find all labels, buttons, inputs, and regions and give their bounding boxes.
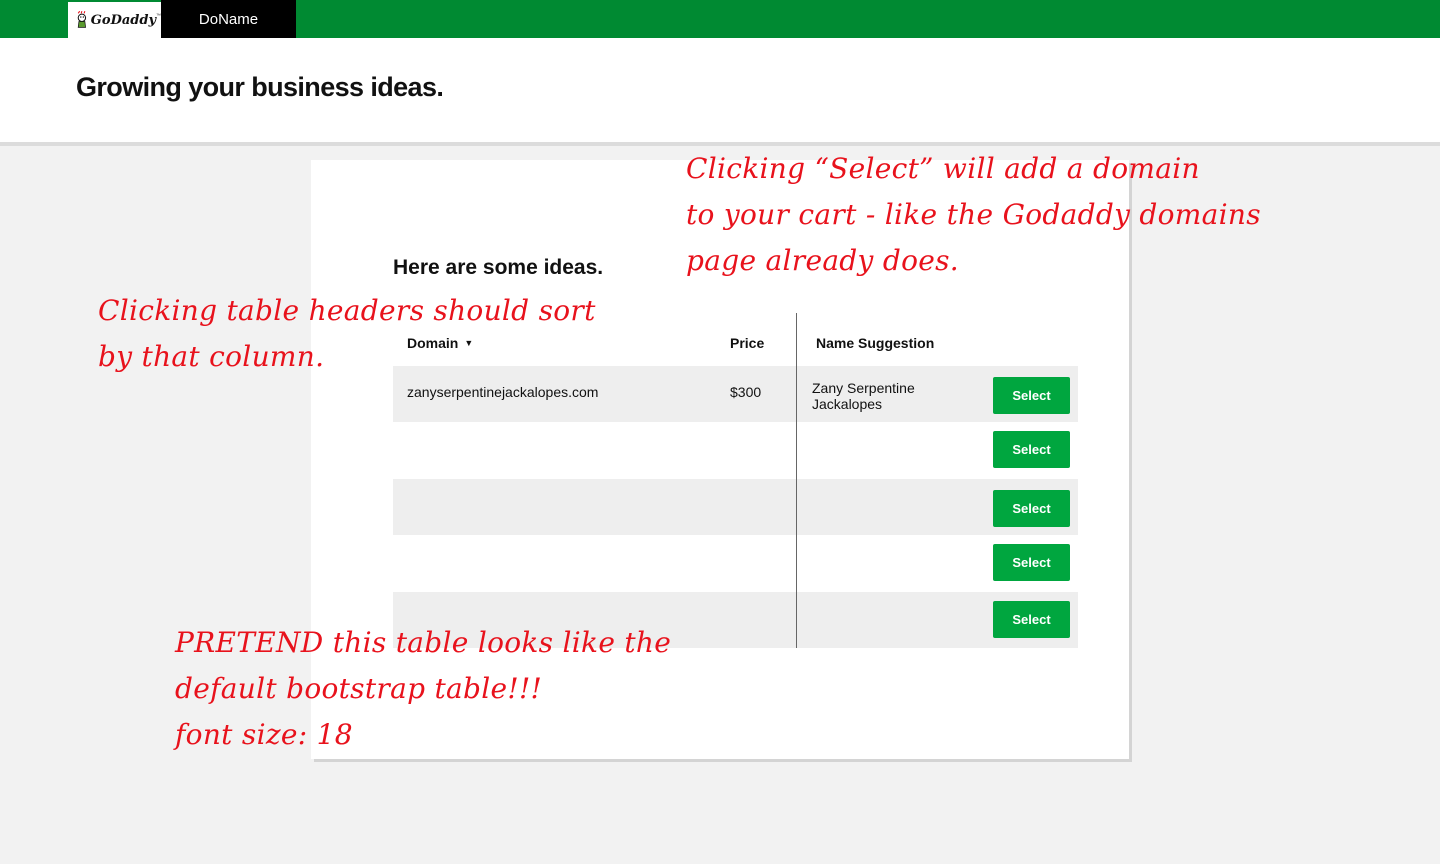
- column-header-name-suggestion[interactable]: Name Suggestion: [816, 335, 934, 351]
- select-button[interactable]: Select: [993, 490, 1070, 527]
- domain-cell: zanyserpentinejackalopes.com: [407, 384, 599, 400]
- column-header-price[interactable]: Price: [730, 335, 764, 351]
- annotation-table-note: PRETEND this table looks like the defaul…: [175, 626, 672, 751]
- column-divider: [796, 313, 797, 648]
- page-title: Growing your business ideas.: [76, 72, 444, 102]
- select-button[interactable]: Select: [993, 544, 1070, 581]
- godaddy-guy-icon: [77, 10, 87, 28]
- table-row: [393, 535, 1078, 592]
- godaddy-logo[interactable]: GoDaddy ™: [68, 2, 161, 38]
- app-name-tab[interactable]: DoName: [161, 0, 296, 38]
- select-button[interactable]: Select: [993, 431, 1070, 468]
- top-nav-bar: GoDaddy ™ DoName: [0, 0, 1440, 38]
- select-button[interactable]: Select: [993, 377, 1070, 414]
- ideas-heading: Here are some ideas.: [393, 256, 604, 279]
- select-button[interactable]: Select: [993, 601, 1070, 638]
- logo-text: GoDaddy: [90, 12, 156, 28]
- price-cell: $300: [730, 384, 762, 400]
- page-header: Growing your business ideas.: [0, 38, 1440, 146]
- annotation-sort-note: Clicking table headers should sort by th…: [98, 294, 596, 373]
- table-row: [393, 479, 1078, 535]
- annotation-select-note: Clicking “Select” will add a domain to y…: [686, 152, 1261, 277]
- name-suggestion-cell: Zany Serpentine Jackalopes: [812, 380, 915, 412]
- table-row: [393, 422, 1078, 479]
